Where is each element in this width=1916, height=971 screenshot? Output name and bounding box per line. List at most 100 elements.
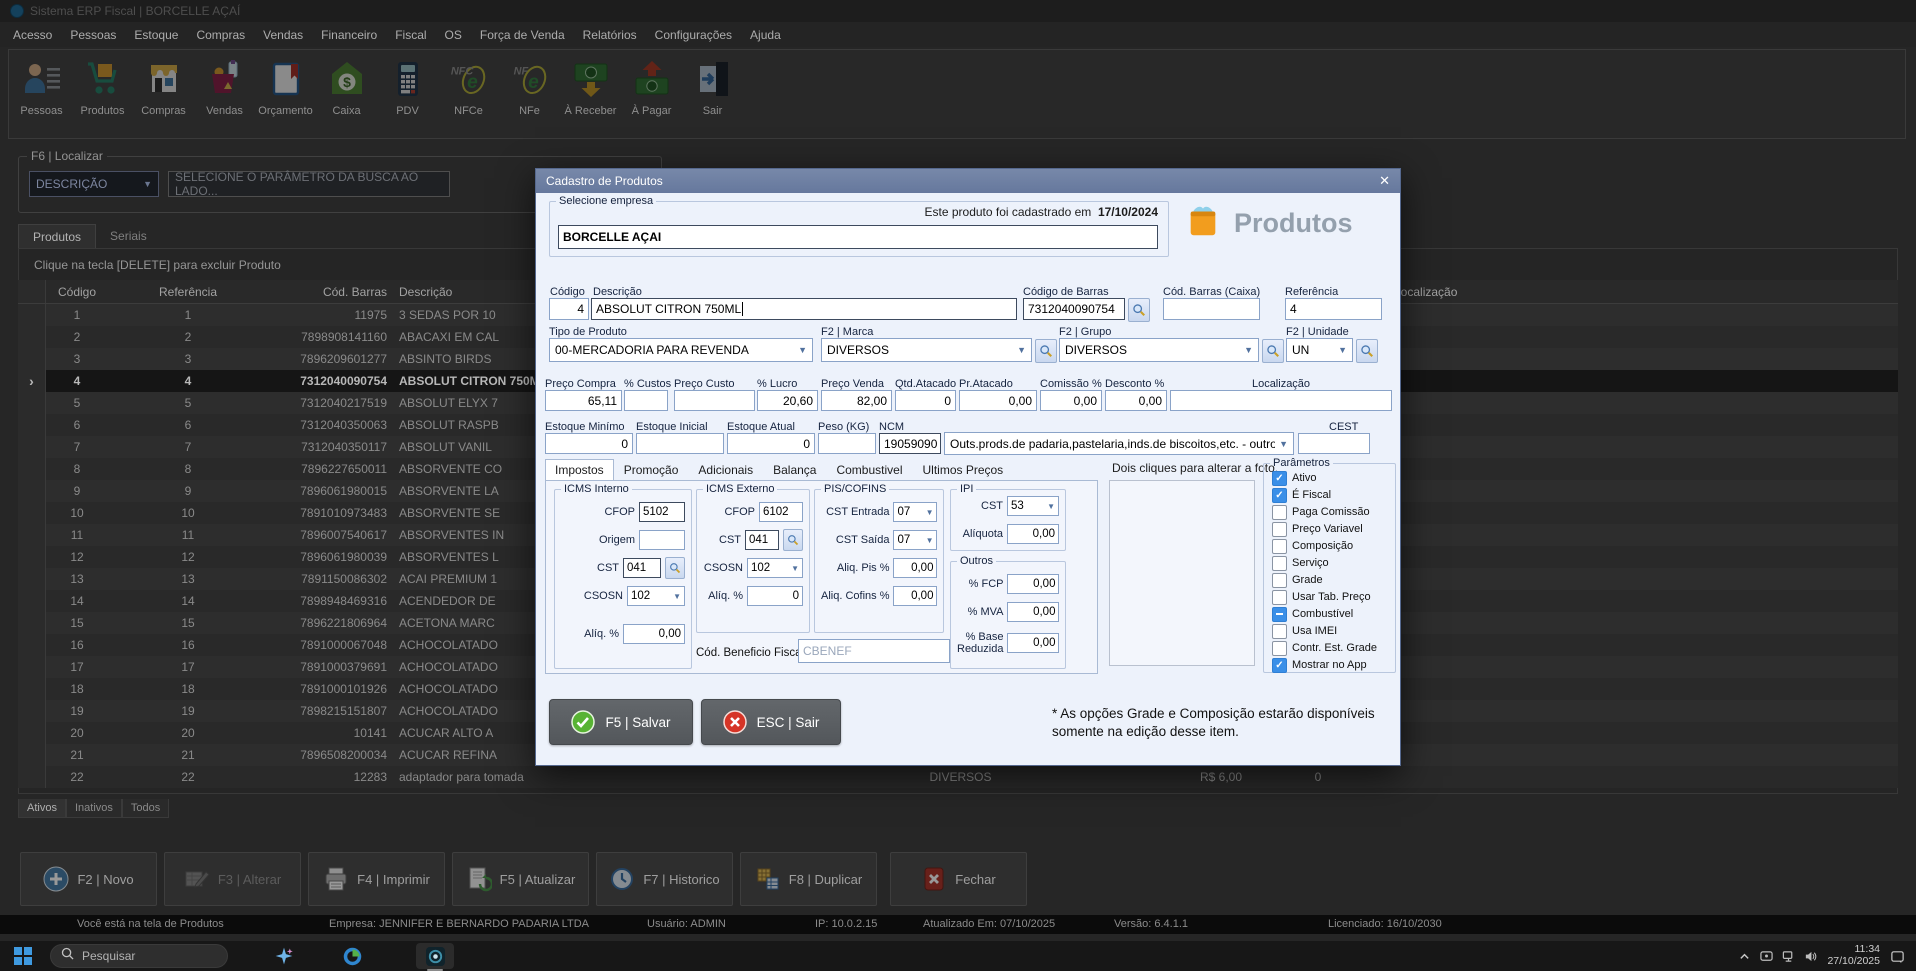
ipi-cst-select[interactable]: 53▼ xyxy=(1007,496,1059,516)
toolbar-pessoas[interactable]: Pessoas xyxy=(11,56,72,117)
field-comiss-o-input[interactable]: 0,00 xyxy=(1040,390,1102,411)
toolbar-pdv[interactable]: PDV xyxy=(377,56,438,117)
descricao-input[interactable]: ABSOLUT CITRON 750ML xyxy=(591,298,1017,320)
button-f4-imprimir[interactable]: F4 | Imprimir xyxy=(308,852,445,906)
button-f3-alterar[interactable]: F3 | Alterar xyxy=(164,852,301,906)
volume-icon[interactable] xyxy=(1799,945,1821,967)
button-f8-duplicar[interactable]: F8 | Duplicar xyxy=(740,852,877,906)
menu-item-for-a-de-venda[interactable]: Força de Venda xyxy=(471,24,574,46)
field-estoque-inicial-input[interactable] xyxy=(636,433,724,454)
toolbar-produtos[interactable]: Produtos xyxy=(72,56,133,117)
locate-search-input[interactable]: SELECIONE O PARÂMETRO DA BUSCA AO LADO..… xyxy=(168,171,450,197)
button-f7-historico[interactable]: F7 | Historico xyxy=(596,852,733,906)
button-f5-atualizar[interactable]: F5 | Atualizar xyxy=(452,852,589,906)
exit-button[interactable]: ESC | Sair xyxy=(701,699,841,745)
edge-icon[interactable] xyxy=(340,944,364,968)
base-reduzida-input[interactable]: 0,00 xyxy=(1007,633,1059,653)
icms-int-cst-search-button[interactable] xyxy=(665,557,685,579)
field-localiza-o-input[interactable] xyxy=(1170,390,1392,411)
toolbar-compras[interactable]: Compras xyxy=(133,56,194,117)
param-fiscal[interactable]: É Fiscal xyxy=(1272,487,1395,503)
toolbar-receber[interactable]: À Receber xyxy=(560,56,621,117)
menu-item-ajuda[interactable]: Ajuda xyxy=(741,24,790,46)
tab-ativos[interactable]: Ativos xyxy=(18,799,66,818)
dialog-tab-combustivel[interactable]: Combustivel xyxy=(826,459,912,481)
toolbar-nfe[interactable]: NFe NFe xyxy=(499,56,560,117)
menu-item-pessoas[interactable]: Pessoas xyxy=(61,24,125,46)
icms-ext-cfop-input[interactable]: 6102 xyxy=(759,502,803,522)
close-icon[interactable]: ✕ xyxy=(1379,173,1390,189)
mva-input[interactable]: 0,00 xyxy=(1007,602,1059,622)
param-combust-vel[interactable]: Combustível xyxy=(1272,606,1395,622)
menu-item-vendas[interactable]: Vendas xyxy=(254,24,312,46)
locate-filter-select[interactable]: DESCRIÇÃO ▼ xyxy=(29,171,159,197)
button-fechar[interactable]: Fechar xyxy=(890,852,1027,906)
table-row[interactable]: 222212283adaptador para tomadaDIVERSOSR$… xyxy=(18,766,1898,788)
field-custos-input[interactable] xyxy=(624,390,668,411)
icms-int-origem-input[interactable] xyxy=(639,530,685,550)
param-usar-tab-pre-o[interactable]: Usar Tab. Preço xyxy=(1272,589,1395,605)
tipo-select[interactable]: 00-MERCADORIA PARA REVENDA▼ xyxy=(549,338,813,362)
field-peso-kg-input[interactable] xyxy=(818,433,876,454)
tray-chevron-icon[interactable] xyxy=(1733,945,1755,967)
toolbar-pagar[interactable]: À Pagar xyxy=(621,56,682,117)
menu-item-acesso[interactable]: Acesso xyxy=(4,24,61,46)
cest-input[interactable] xyxy=(1298,433,1370,454)
menu-item-fiscal[interactable]: Fiscal xyxy=(386,24,435,46)
taskbar-clock[interactable]: 11:34 27/10/2025 xyxy=(1827,944,1880,967)
menu-item-relat-rios[interactable]: Relatórios xyxy=(574,24,646,46)
tab-produtos[interactable]: Produtos xyxy=(18,224,96,249)
field-pre-o-compra-input[interactable]: 65,11 xyxy=(545,390,622,411)
unidade-search-button[interactable] xyxy=(1356,339,1378,363)
icms-int-aliq-input[interactable]: 0,00 xyxy=(623,624,685,644)
fcp-input[interactable]: 0,00 xyxy=(1007,574,1059,594)
toolbar-vendas[interactable]: Vendas xyxy=(194,56,255,117)
toolbar-nfce[interactable]: NFCe NFCe xyxy=(438,56,499,117)
menu-item-os[interactable]: OS xyxy=(436,24,471,46)
param-servi-o[interactable]: Serviço xyxy=(1272,555,1395,571)
menu-item-financeiro[interactable]: Financeiro xyxy=(312,24,386,46)
param-composi-o[interactable]: Composição xyxy=(1272,538,1395,554)
field-qtd-atacado-input[interactable]: 0 xyxy=(895,390,956,411)
param-mostrar-no-app[interactable]: Mostrar no App xyxy=(1272,657,1395,673)
menu-item-estoque[interactable]: Estoque xyxy=(125,24,187,46)
notification-icon[interactable] xyxy=(1886,945,1908,967)
company-input[interactable]: BORCELLE AÇAI xyxy=(558,225,1158,249)
dialog-tab-ultimos-pre-os[interactable]: Ultimos Preços xyxy=(913,459,1014,481)
unidade-select[interactable]: UN▼ xyxy=(1286,338,1353,362)
taskbar-search[interactable]: Pesquisar xyxy=(50,944,228,968)
marca-search-button[interactable] xyxy=(1035,339,1057,363)
icms-ext-cst-search-button[interactable] xyxy=(783,529,803,551)
icms-int-cfop-input[interactable]: 5102 xyxy=(639,502,685,522)
field-pre-o-venda-input[interactable]: 82,00 xyxy=(821,390,892,411)
ncm-input[interactable]: 19059090 xyxy=(879,433,941,454)
dialog-tab-promo-o[interactable]: Promoção xyxy=(614,459,689,481)
param-paga-comiss-o[interactable]: Paga Comissão xyxy=(1272,504,1395,520)
taskbar-app-erp[interactable] xyxy=(416,943,454,969)
product-photo[interactable] xyxy=(1109,480,1255,666)
dialog-tab-adicionais[interactable]: Adicionais xyxy=(688,459,763,481)
dialog-tab-balan-a[interactable]: Balança xyxy=(763,459,826,481)
field-pr-atacado-input[interactable]: 0,00 xyxy=(959,390,1037,411)
menu-item-configura-es[interactable]: Configurações xyxy=(646,24,741,46)
field-estoque-atual-input[interactable]: 0 xyxy=(727,433,815,454)
ncm-desc-select[interactable]: Outs.prods.de padaria,pastelaria,inds.de… xyxy=(944,432,1294,455)
menu-item-compras[interactable]: Compras xyxy=(187,24,254,46)
icms-ext-aliq-input[interactable]: 0 xyxy=(747,586,803,606)
param-pre-o-variavel[interactable]: Preço Variavel xyxy=(1272,521,1395,537)
aliq-cofins-input[interactable]: 0,00 xyxy=(893,586,937,606)
field-lucro-input[interactable]: 20,60 xyxy=(757,390,818,411)
beneficio-input[interactable]: CBENEF xyxy=(798,639,950,663)
field-estoque-min-mo-input[interactable]: 0 xyxy=(545,433,633,454)
start-button[interactable] xyxy=(14,947,32,965)
referencia-input[interactable]: 4 xyxy=(1285,298,1382,320)
barras-search-button[interactable] xyxy=(1128,298,1150,322)
save-button[interactable]: F5 | Salvar xyxy=(549,699,693,745)
icms-ext-cst-input[interactable]: 041 xyxy=(745,530,779,550)
param-contr-est-grade[interactable]: Contr. Est. Grade xyxy=(1272,640,1395,656)
tab-seriais[interactable]: Seriais xyxy=(96,224,161,249)
button-f2-novo[interactable]: F2 | Novo xyxy=(20,852,157,906)
icms-int-cst-input[interactable]: 041 xyxy=(623,558,661,578)
codigo-input[interactable]: 4 xyxy=(549,298,589,320)
marca-select[interactable]: DIVERSOS▼ xyxy=(821,338,1032,362)
